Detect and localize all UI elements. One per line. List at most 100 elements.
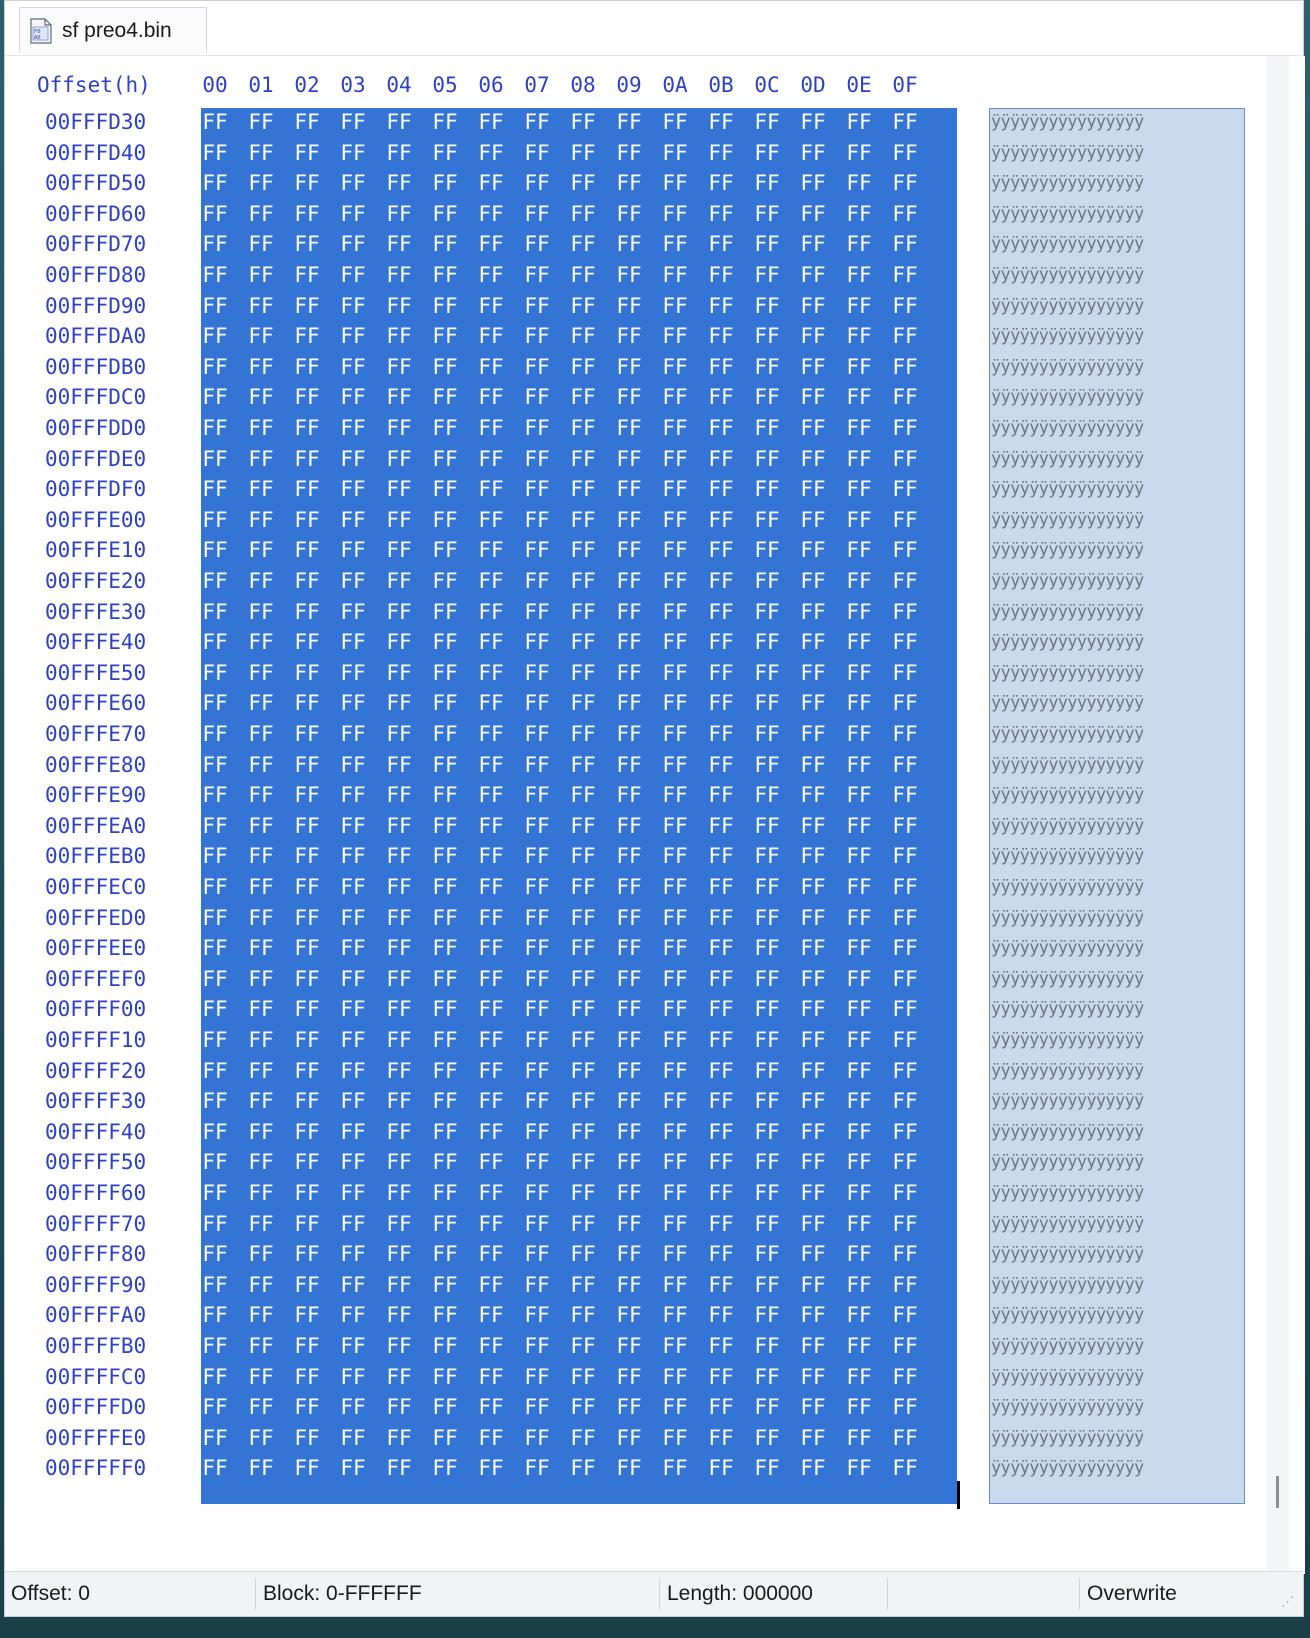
hex-byte[interactable]: FF bbox=[839, 689, 879, 717]
hex-byte[interactable]: FF bbox=[701, 414, 741, 442]
ascii-text[interactable]: ÿÿÿÿÿÿÿÿÿÿÿÿÿÿÿÿ bbox=[991, 353, 1243, 381]
hex-byte[interactable]: FF bbox=[517, 353, 557, 381]
hex-byte[interactable]: FF bbox=[563, 1210, 603, 1238]
hex-byte[interactable]: FF bbox=[609, 1057, 649, 1085]
hex-byte[interactable]: FF bbox=[287, 751, 327, 779]
hex-byte[interactable]: FF bbox=[655, 628, 695, 656]
hex-byte[interactable]: FF bbox=[839, 1393, 879, 1421]
hex-byte[interactable]: FF bbox=[425, 659, 465, 687]
hex-byte[interactable]: FF bbox=[609, 414, 649, 442]
hex-byte[interactable]: FF bbox=[471, 353, 511, 381]
hex-byte[interactable]: FF bbox=[563, 261, 603, 289]
hex-byte[interactable]: FF bbox=[701, 873, 741, 901]
hex-byte[interactable]: FF bbox=[425, 689, 465, 717]
hex-byte[interactable]: FF bbox=[517, 751, 557, 779]
hex-byte[interactable]: FF bbox=[655, 292, 695, 320]
hex-byte[interactable]: FF bbox=[517, 108, 557, 136]
hex-byte[interactable]: FF bbox=[287, 1301, 327, 1329]
hex-byte[interactable]: FF bbox=[333, 1118, 373, 1146]
hex-byte[interactable]: FF bbox=[701, 720, 741, 748]
hex-byte[interactable]: FF bbox=[563, 1148, 603, 1176]
hex-byte[interactable]: FF bbox=[839, 1240, 879, 1268]
hex-byte[interactable]: FF bbox=[747, 1271, 787, 1299]
hex-byte[interactable]: FF bbox=[655, 965, 695, 993]
hex-byte[interactable]: FF bbox=[517, 1026, 557, 1054]
hex-byte[interactable]: FF bbox=[287, 1148, 327, 1176]
hex-byte[interactable]: FF bbox=[609, 108, 649, 136]
hex-byte[interactable]: FF bbox=[425, 1210, 465, 1238]
ascii-text[interactable]: ÿÿÿÿÿÿÿÿÿÿÿÿÿÿÿÿ bbox=[991, 108, 1243, 136]
hex-byte[interactable]: FF bbox=[609, 598, 649, 626]
hex-byte[interactable]: FF bbox=[379, 720, 419, 748]
hex-byte[interactable]: FF bbox=[425, 506, 465, 534]
hex-byte[interactable]: FF bbox=[609, 567, 649, 595]
hex-byte[interactable]: FF bbox=[701, 1332, 741, 1360]
hex-byte[interactable]: FF bbox=[885, 200, 925, 228]
hex-byte[interactable]: FF bbox=[287, 169, 327, 197]
hex-byte[interactable]: FF bbox=[379, 1301, 419, 1329]
hex-byte[interactable]: FF bbox=[655, 1424, 695, 1452]
hex-byte[interactable]: FF bbox=[425, 169, 465, 197]
hex-byte[interactable]: FF bbox=[701, 1210, 741, 1238]
ascii-text[interactable]: ÿÿÿÿÿÿÿÿÿÿÿÿÿÿÿÿ bbox=[991, 965, 1243, 993]
hex-byte[interactable]: FF bbox=[563, 567, 603, 595]
hex-byte[interactable]: FF bbox=[793, 934, 833, 962]
hex-byte[interactable]: FF bbox=[793, 383, 833, 411]
hex-byte[interactable]: FF bbox=[379, 536, 419, 564]
vertical-scrollbar[interactable] bbox=[1267, 56, 1289, 1574]
hex-byte[interactable]: FF bbox=[471, 1087, 511, 1115]
hex-byte[interactable]: FF bbox=[333, 536, 373, 564]
hex-byte[interactable]: FF bbox=[287, 536, 327, 564]
hex-byte[interactable]: FF bbox=[425, 1026, 465, 1054]
hex-byte[interactable]: FF bbox=[885, 842, 925, 870]
hex-byte[interactable]: FF bbox=[793, 842, 833, 870]
hex-byte[interactable]: FF bbox=[379, 108, 419, 136]
hex-byte[interactable]: FF bbox=[195, 292, 235, 320]
hex-byte[interactable]: FF bbox=[287, 445, 327, 473]
hex-byte[interactable]: FF bbox=[471, 1363, 511, 1391]
ascii-text[interactable]: ÿÿÿÿÿÿÿÿÿÿÿÿÿÿÿÿ bbox=[991, 1026, 1243, 1054]
hex-byte[interactable]: FF bbox=[287, 1454, 327, 1482]
hex-byte[interactable]: FF bbox=[885, 598, 925, 626]
hex-byte[interactable]: FF bbox=[425, 873, 465, 901]
hex-byte[interactable]: FF bbox=[333, 1057, 373, 1085]
hex-byte[interactable]: FF bbox=[471, 1454, 511, 1482]
hex-byte[interactable]: FF bbox=[333, 1454, 373, 1482]
hex-byte[interactable]: FF bbox=[885, 414, 925, 442]
hex-byte[interactable]: FF bbox=[563, 230, 603, 258]
hex-byte[interactable]: FF bbox=[517, 598, 557, 626]
hex-byte[interactable]: FF bbox=[885, 1363, 925, 1391]
hex-byte[interactable]: FF bbox=[609, 1332, 649, 1360]
hex-byte[interactable]: FF bbox=[839, 965, 879, 993]
hex-byte[interactable]: FF bbox=[793, 904, 833, 932]
hex-byte[interactable]: FF bbox=[655, 842, 695, 870]
hex-byte[interactable]: FF bbox=[839, 628, 879, 656]
hex-byte[interactable]: FF bbox=[241, 1179, 281, 1207]
hex-byte[interactable]: FF bbox=[747, 1301, 787, 1329]
ascii-text[interactable]: ÿÿÿÿÿÿÿÿÿÿÿÿÿÿÿÿ bbox=[991, 1454, 1243, 1482]
hex-byte[interactable]: FF bbox=[471, 475, 511, 503]
hex-byte[interactable]: FF bbox=[563, 781, 603, 809]
hex-byte[interactable]: FF bbox=[793, 1271, 833, 1299]
hex-byte[interactable]: FF bbox=[747, 842, 787, 870]
ascii-text[interactable]: ÿÿÿÿÿÿÿÿÿÿÿÿÿÿÿÿ bbox=[991, 812, 1243, 840]
hex-byte[interactable]: FF bbox=[241, 506, 281, 534]
ascii-text[interactable]: ÿÿÿÿÿÿÿÿÿÿÿÿÿÿÿÿ bbox=[991, 781, 1243, 809]
ascii-text[interactable]: ÿÿÿÿÿÿÿÿÿÿÿÿÿÿÿÿ bbox=[991, 1393, 1243, 1421]
hex-byte[interactable]: FF bbox=[885, 995, 925, 1023]
hex-byte[interactable]: FF bbox=[885, 720, 925, 748]
hex-byte[interactable]: FF bbox=[425, 1301, 465, 1329]
hex-byte[interactable]: FF bbox=[701, 445, 741, 473]
hex-byte[interactable]: FF bbox=[241, 628, 281, 656]
hex-byte[interactable]: FF bbox=[471, 1393, 511, 1421]
hex-byte[interactable]: FF bbox=[333, 445, 373, 473]
hex-byte[interactable]: FF bbox=[287, 598, 327, 626]
hex-byte[interactable]: FF bbox=[241, 689, 281, 717]
hex-byte[interactable]: FF bbox=[195, 383, 235, 411]
hex-byte[interactable]: FF bbox=[701, 659, 741, 687]
hex-byte[interactable]: FF bbox=[701, 506, 741, 534]
hex-byte[interactable]: FF bbox=[471, 842, 511, 870]
hex-byte[interactable]: FF bbox=[563, 1057, 603, 1085]
hex-byte[interactable]: FF bbox=[609, 353, 649, 381]
hex-byte[interactable]: FF bbox=[287, 1424, 327, 1452]
